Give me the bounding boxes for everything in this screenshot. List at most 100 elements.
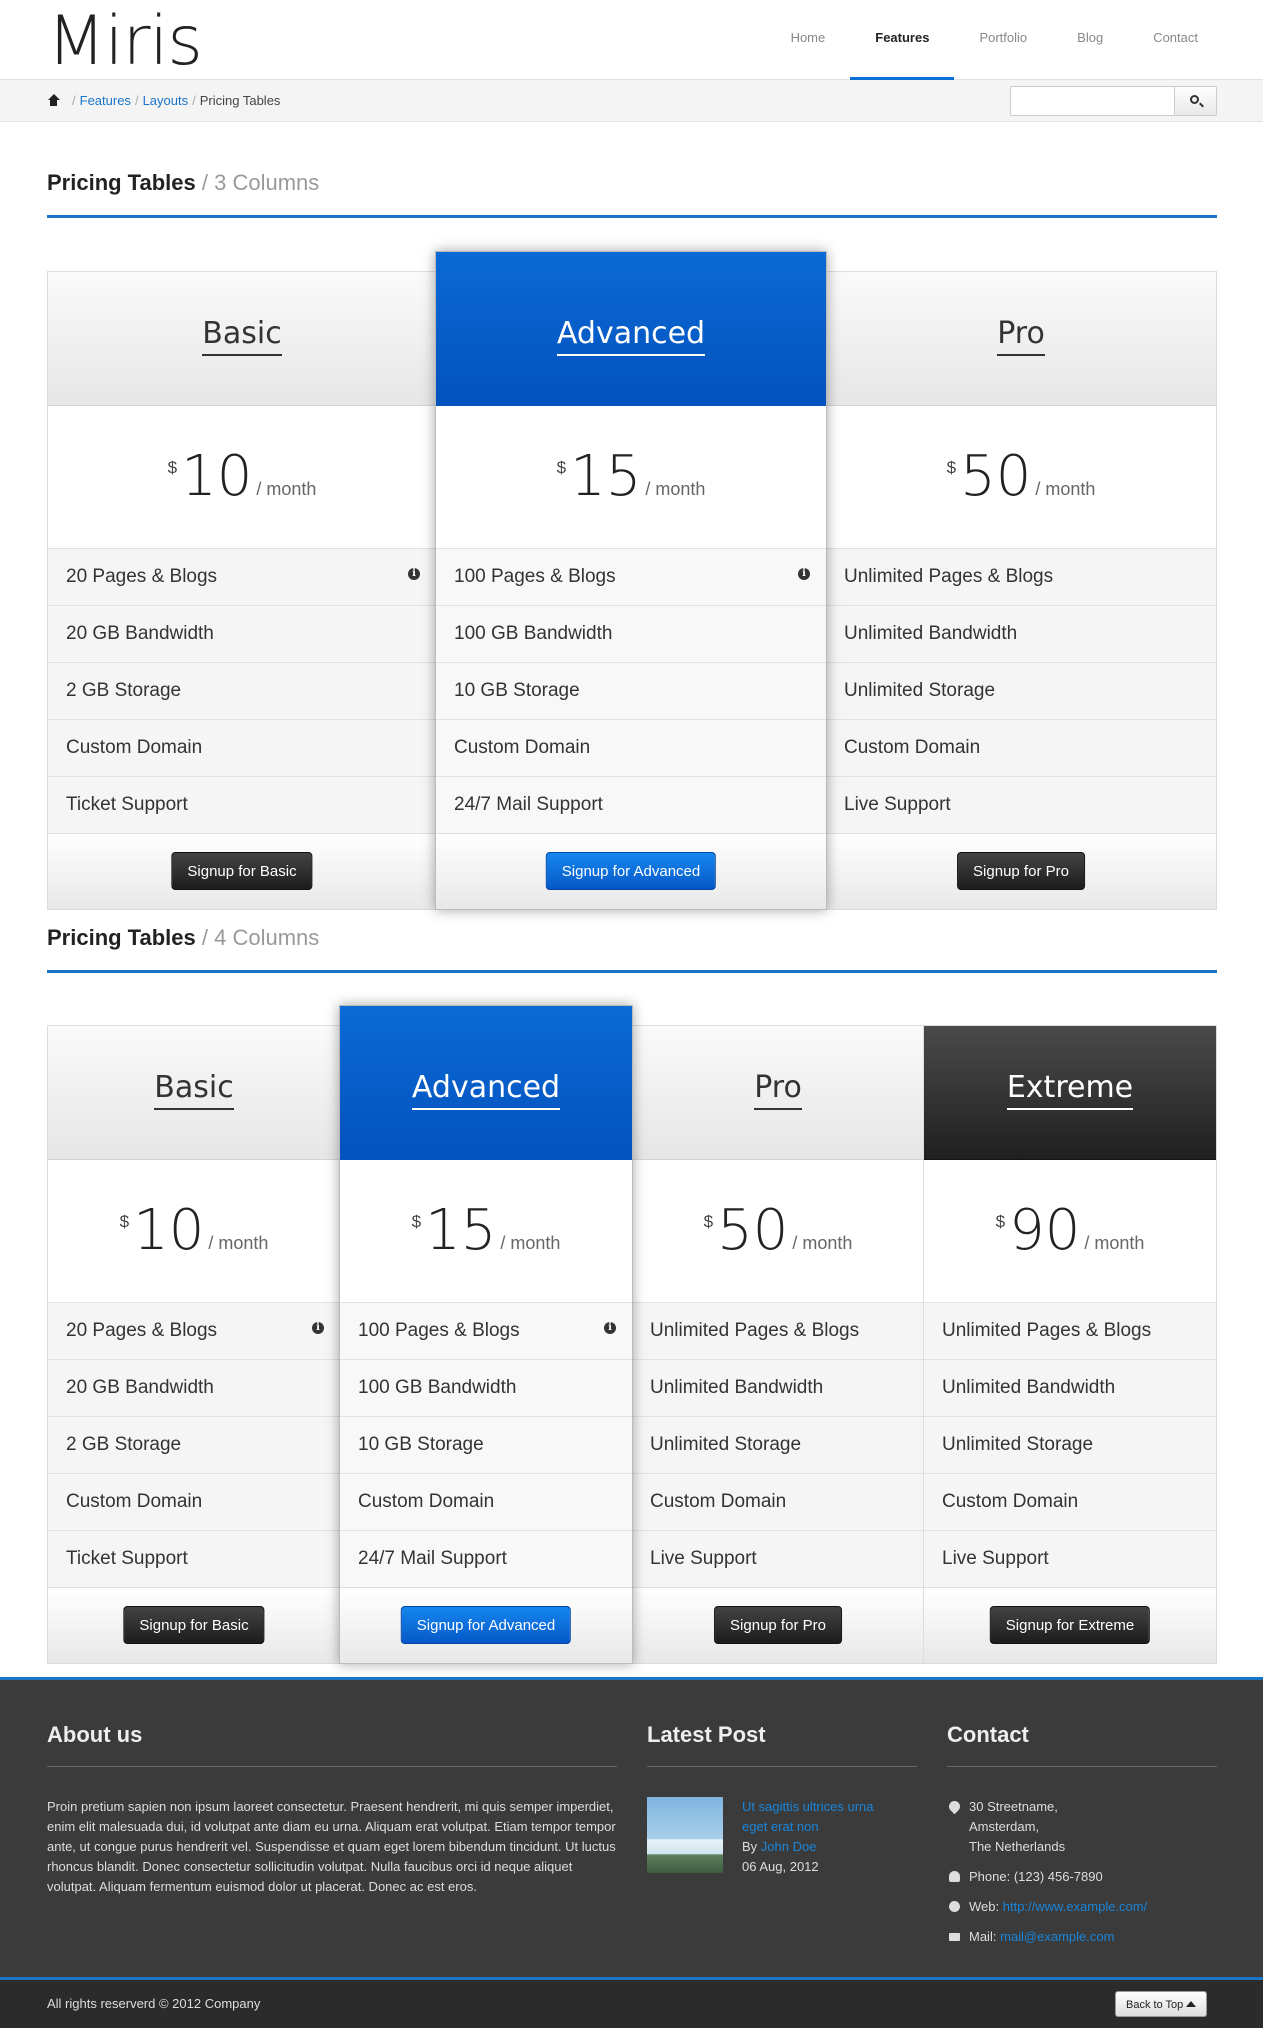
contact-phone: Phone: (123) 456-7890 xyxy=(947,1867,1217,1887)
section-title-4-columns: Pricing Tables / 4 Columns xyxy=(47,925,1217,973)
plan-price: $10/ month xyxy=(48,1160,340,1302)
signup-extreme-button[interactable]: Signup for Extreme xyxy=(989,1606,1151,1644)
footer-about: About us Proin pretium sapien non ipsum … xyxy=(47,1722,617,1897)
plan-basic: Basic $10/ month 20 Pages & Blogs i 20 GB… xyxy=(47,271,437,910)
plan-name: Extreme xyxy=(924,1070,1216,1110)
feature-row: 20 GB Bandwidth xyxy=(48,605,436,662)
plan-price: $15/ month xyxy=(436,406,826,548)
feature-row: 100 Pages & Blogs i xyxy=(340,1302,632,1359)
feature-row: 10 GB Storage xyxy=(436,662,826,719)
post-title-link[interactable]: Ut sagittis ultrices urna eget erat non xyxy=(742,1797,902,1837)
footer-contact: Contact 30 Streetname, Amsterdam, The Ne… xyxy=(946,1722,1217,1957)
feature-row: Unlimited Bandwidth xyxy=(924,1359,1216,1416)
signup-advanced-button[interactable]: Signup for Advanced xyxy=(400,1606,572,1644)
signup-basic-button[interactable]: Signup for Basic xyxy=(171,852,313,890)
feature-row: Unlimited Storage xyxy=(632,1416,924,1473)
feature-row: Unlimited Pages & Blogs xyxy=(826,548,1216,605)
feature-row: 20 Pages & Blogs i xyxy=(48,548,436,605)
footer-heading: Latest Post xyxy=(647,1722,917,1767)
plan-name: Advanced xyxy=(436,316,826,356)
back-to-top-button[interactable]: Back to Top xyxy=(1115,1991,1208,2017)
info-icon[interactable]: i xyxy=(408,568,420,580)
copyright: All rights reserverd © 2012 Company xyxy=(47,1996,261,2011)
plan-price: $90/ month xyxy=(924,1160,1216,1302)
signup-pro-button[interactable]: Signup for Pro xyxy=(714,1606,842,1644)
feature-row: Unlimited Storage xyxy=(826,662,1216,719)
feature-row: Unlimited Bandwidth xyxy=(826,605,1216,662)
feature-row: Custom Domain xyxy=(340,1473,632,1530)
feature-row: Unlimited Storage xyxy=(924,1416,1216,1473)
search-button[interactable] xyxy=(1174,87,1216,115)
feature-row: Custom Domain xyxy=(632,1473,924,1530)
feature-row: Ticket Support xyxy=(48,776,436,833)
footer-latest-post: Latest Post Ut sagittis ultrices urna eg… xyxy=(647,1722,917,1877)
search-input[interactable] xyxy=(1011,87,1175,115)
feature-row: 2 GB Storage xyxy=(48,1416,340,1473)
feature-row: 20 GB Bandwidth xyxy=(48,1359,340,1416)
feature-row: 24/7 Mail Support xyxy=(340,1530,632,1587)
feature-row: Custom Domain xyxy=(436,719,826,776)
signup-advanced-button[interactable]: Signup for Advanced xyxy=(545,852,717,890)
contact-address: 30 Streetname, Amsterdam, The Netherland… xyxy=(946,1797,1217,1857)
breadcrumb-bar: / Features / Layouts / Pricing Tables xyxy=(0,80,1263,122)
feature-row: 20 Pages & Blogs i xyxy=(48,1302,340,1359)
search-box xyxy=(1010,86,1217,116)
latest-post: Ut sagittis ultrices urna eget erat non … xyxy=(647,1797,917,1877)
user-icon xyxy=(949,1871,960,1882)
plan-pro: Pro $50/ month Unlimited Pages & Blogs U… xyxy=(825,271,1217,910)
feature-row: Custom Domain xyxy=(826,719,1216,776)
feature-row: Unlimited Bandwidth xyxy=(632,1359,924,1416)
plan-name: Basic xyxy=(48,1070,340,1110)
plan-pro: Pro $50/ month Unlimited Pages & Blogs U… xyxy=(631,1025,925,1664)
nav-portfolio[interactable]: Portfolio xyxy=(954,0,1052,80)
email-link[interactable]: mail@example.com xyxy=(1000,1929,1114,1944)
feature-row: 24/7 Mail Support xyxy=(436,776,826,833)
feature-row: 100 GB Bandwidth xyxy=(436,605,826,662)
feature-row: Live Support xyxy=(826,776,1216,833)
nav-blog[interactable]: Blog xyxy=(1052,0,1128,80)
info-icon[interactable]: i xyxy=(312,1322,324,1334)
feature-row: Ticket Support xyxy=(48,1530,340,1587)
caret-up-icon xyxy=(1186,2001,1197,2007)
feature-row: Custom Domain xyxy=(48,719,436,776)
nav-home[interactable]: Home xyxy=(766,0,851,80)
contact-mail: Mail: mail@example.com xyxy=(947,1927,1217,1947)
home-icon[interactable] xyxy=(47,94,60,107)
logo[interactable]: Miris xyxy=(47,2,203,82)
footer-heading: About us xyxy=(47,1722,617,1767)
section-title-3-columns: Pricing Tables / 3 Columns xyxy=(47,170,1217,218)
feature-row: 2 GB Storage xyxy=(48,662,436,719)
feature-row: Live Support xyxy=(924,1530,1216,1587)
globe-icon xyxy=(949,1901,960,1912)
search-icon xyxy=(1190,95,1199,104)
feature-row: 10 GB Storage xyxy=(340,1416,632,1473)
plan-name: Pro xyxy=(632,1070,924,1110)
post-author-link[interactable]: John Doe xyxy=(761,1839,817,1854)
breadcrumb-features[interactable]: Features xyxy=(80,93,131,108)
post-thumbnail[interactable] xyxy=(647,1797,723,1873)
breadcrumb-current: Pricing Tables xyxy=(199,93,281,108)
plan-name: Pro xyxy=(826,316,1216,356)
info-icon[interactable]: i xyxy=(604,1322,616,1334)
plan-name: Advanced xyxy=(340,1070,632,1110)
info-icon[interactable]: i xyxy=(798,568,810,580)
signup-pro-button[interactable]: Signup for Pro xyxy=(957,852,1085,890)
plan-basic: Basic $10/ month 20 Pages & Blogs i 20 GB… xyxy=(47,1025,341,1664)
feature-row: Custom Domain xyxy=(924,1473,1216,1530)
contact-web: Web: http://www.example.com/ xyxy=(947,1897,1217,1917)
feature-row: 100 GB Bandwidth xyxy=(340,1359,632,1416)
plan-extreme: Extreme $90/ month Unlimited Pages & Blo… xyxy=(923,1025,1217,1664)
breadcrumb: / Features / Layouts / Pricing Tables xyxy=(47,93,280,108)
breadcrumb-layouts[interactable]: Layouts xyxy=(143,93,189,108)
plan-price: $10/ month xyxy=(48,406,436,548)
nav-contact[interactable]: Contact xyxy=(1128,0,1223,80)
feature-row: Unlimited Pages & Blogs xyxy=(924,1302,1216,1359)
plan-advanced: Advanced $15/ month 100 Pages & Blogs i 1… xyxy=(435,251,827,910)
nav-features[interactable]: Features xyxy=(850,0,955,80)
signup-basic-button[interactable]: Signup for Basic xyxy=(123,1606,265,1644)
plan-advanced: Advanced $15/ month 100 Pages & Blogs i 1… xyxy=(339,1005,633,1664)
envelope-icon xyxy=(949,1933,960,1941)
footer-heading: Contact xyxy=(947,1722,1217,1767)
website-link[interactable]: http://www.example.com/ xyxy=(1003,1899,1148,1914)
feature-row: 100 Pages & Blogs i xyxy=(436,548,826,605)
